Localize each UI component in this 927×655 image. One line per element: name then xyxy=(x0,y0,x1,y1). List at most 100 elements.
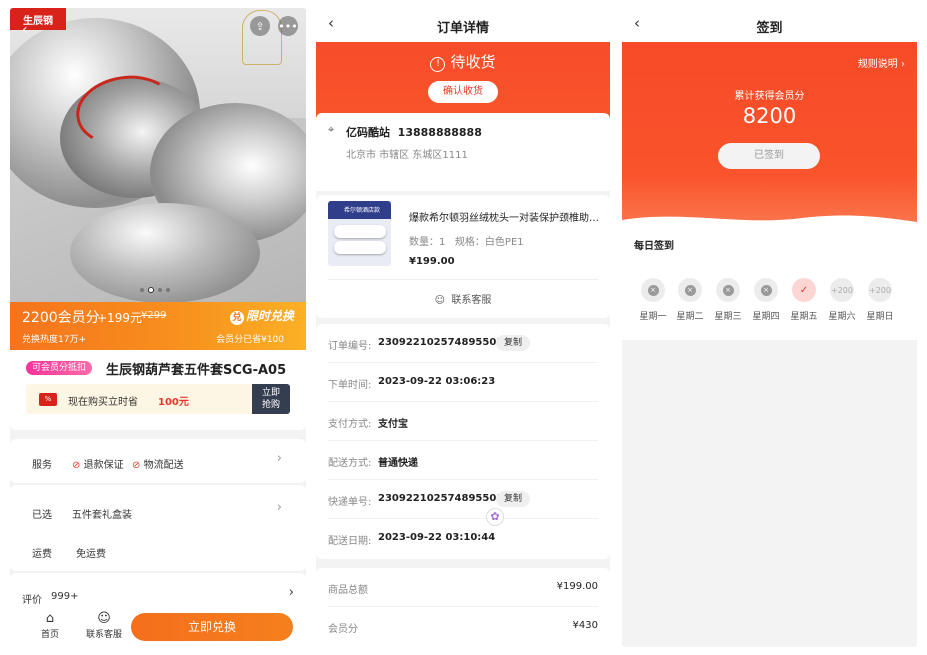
points-price: 2200会员分 xyxy=(22,310,100,326)
cash-price: +199元 xyxy=(97,311,142,325)
day-item[interactable]: +200 星期日 xyxy=(860,278,900,322)
more-icon[interactable]: ••• xyxy=(278,16,298,36)
info-value: 普通快递 xyxy=(378,458,418,469)
receiver-phone: 13888888888 xyxy=(397,126,482,139)
day-item[interactable]: × 星期四 xyxy=(746,278,786,322)
goods-title[interactable]: 爆款希尔顿羽丝绒枕头一对装保护颈椎助睡眠 xyxy=(409,209,599,224)
check-circle-icon: ⊘ xyxy=(72,460,81,471)
info-value: 2309221025748955022 xyxy=(378,337,511,348)
original-price: ¥299 xyxy=(141,310,167,321)
day-status: +200 xyxy=(868,278,892,302)
floating-assistant-icon[interactable]: ✿ xyxy=(486,508,504,526)
review-label: 评价 xyxy=(22,595,42,606)
goods-badge: 希尔顿酒店款 xyxy=(344,207,381,214)
limited-exchange-text: 限时兑换 xyxy=(245,309,294,323)
carousel-dot[interactable] xyxy=(166,288,170,292)
receiver-address: 北京市 市辖区 东城区1111 xyxy=(346,150,468,161)
summary-row: 商品总额 ¥199.00 xyxy=(328,568,598,607)
info-label: 订单编号: xyxy=(328,341,372,352)
carousel-indicator xyxy=(140,287,170,293)
address-card: ⌖ 亿码酷站 13888888888 北京市 市辖区 东城区1111 xyxy=(316,113,610,191)
daily-signin-title: 每日签到 xyxy=(634,241,674,252)
accumulated-points: 8200 xyxy=(742,104,797,128)
exchange-now-button[interactable]: 立即兑换 xyxy=(131,613,293,641)
nav-home[interactable]: ⌂ 首页 xyxy=(38,611,62,640)
day-label: 星期四 xyxy=(752,312,780,322)
goods-thumbnail[interactable]: 希尔顿酒店款 xyxy=(328,201,391,266)
summary-row: 会员分 ¥430 xyxy=(328,607,598,646)
info-value: 2309221025748955022 xyxy=(378,493,511,504)
order-header: ‹ 订单详情 xyxy=(316,8,610,42)
day-label: 星期日 xyxy=(866,312,894,322)
quantity-label: 数量： xyxy=(409,237,439,248)
day-label: 星期六 xyxy=(828,312,856,322)
product-title-card: 可会员分抵扣 生辰钢葫芦套五件套SCG-A05 % 现在购买立时省 100元 立… xyxy=(10,350,306,430)
chevron-right-icon: › xyxy=(288,585,294,600)
chevron-right-icon[interactable]: › xyxy=(277,500,282,515)
accumulated-label: 累计获得会员分 xyxy=(734,91,805,102)
spec-value: 白色PE1 xyxy=(484,237,524,248)
copy-button[interactable]: 复制 xyxy=(496,491,530,507)
saving-strip: % 现在购买立时省 100元 立即 抢购 xyxy=(26,384,290,414)
confirm-receipt-button[interactable]: 确认收货 xyxy=(428,81,498,103)
service-row[interactable]: 服务 ⊘ 退款保证 ⊘ 物流配送 › xyxy=(10,439,306,483)
order-info-row: 订单编号: 2309221025748955022 复制 xyxy=(328,324,598,363)
contact-service-button[interactable]: ☺ 联系客服 xyxy=(316,291,610,306)
carousel-dot[interactable] xyxy=(158,288,162,292)
brand-logo: 生辰钢 xyxy=(10,8,66,30)
carousel-dot-active[interactable] xyxy=(148,287,154,293)
page-title: 订单详情 xyxy=(436,21,489,36)
nav-home-label: 首页 xyxy=(40,630,59,640)
alert-icon: ! xyxy=(430,57,446,72)
copy-button[interactable]: 复制 xyxy=(496,335,530,351)
back-arrow-icon[interactable]: ‹ xyxy=(22,22,28,38)
goods-price: ¥199.00 xyxy=(409,256,455,267)
shipping-label: 运费 xyxy=(32,549,52,560)
info-value: 2023-09-22 03:06:23 xyxy=(378,376,496,387)
page-title: 签到 xyxy=(756,21,783,36)
order-status: ! 待收货 xyxy=(316,51,610,72)
day-item[interactable]: +200 星期六 xyxy=(822,278,862,322)
order-info-row: 下单时间: 2023-09-22 03:06:23 xyxy=(328,363,598,402)
signed-in-button[interactable]: 已签到 xyxy=(718,143,820,169)
order-summary-card: 商品总额 ¥199.00 会员分 ¥430 xyxy=(316,568,610,647)
service-item-text: 物流配送 xyxy=(143,460,184,471)
day-item[interactable]: × 星期三 xyxy=(708,278,748,322)
saving-amount: 100元 xyxy=(158,397,189,408)
missed-icon: × xyxy=(760,284,772,296)
check-icon: ✓ xyxy=(799,284,809,296)
info-label: 快递单号: xyxy=(328,497,372,508)
missed-icon: × xyxy=(722,284,734,296)
product-detail-screen: 生辰钢 ‹ ⇪ ••• 2200会员分 +199元 ¥299 兑换热度17万+ … xyxy=(10,8,306,647)
service-item: ⊘ 物流配送 xyxy=(132,456,184,471)
day-item[interactable]: ✓ 星期五 xyxy=(784,278,824,322)
day-item[interactable]: × 星期一 xyxy=(633,278,673,322)
pillow-image xyxy=(334,225,386,238)
buy-now-button[interactable]: 立即 抢购 xyxy=(252,384,290,414)
chat-icon: ☺ xyxy=(434,295,446,306)
missed-icon: × xyxy=(684,284,696,296)
signin-header: ‹ 签到 xyxy=(622,8,917,42)
quantity-value: 1 xyxy=(439,237,446,248)
check-circle-icon: ⊘ xyxy=(132,460,141,471)
chevron-right-icon: › xyxy=(901,59,905,70)
selected-value[interactable]: 五件套礼盒装 xyxy=(72,506,132,521)
day-reward: +200 xyxy=(831,285,853,295)
service-item-text: 退款保证 xyxy=(83,460,124,471)
chevron-right-icon: › xyxy=(276,451,282,466)
carousel-dot[interactable] xyxy=(140,288,144,292)
day-status: × xyxy=(716,278,740,302)
rules-link[interactable]: 规则说明 › xyxy=(858,55,905,70)
nav-customer-service[interactable]: ☺ 联系客服 xyxy=(84,611,124,640)
order-info-card: 订单编号: 2309221025748955022 复制 下单时间: 2023-… xyxy=(316,324,610,559)
chat-icon: ☺ xyxy=(97,611,111,626)
exchange-badge-icon: 兑 xyxy=(229,311,244,325)
product-image-carousel[interactable]: 生辰钢 ‹ ⇪ ••• xyxy=(10,8,306,302)
share-icon[interactable]: ⇪ xyxy=(250,16,270,36)
discount-icon: % xyxy=(39,393,57,406)
bottom-action-bar: ⌂ 首页 ☺ 联系客服 立即兑换 xyxy=(10,607,306,647)
info-label: 配送方式: xyxy=(328,458,372,469)
day-item[interactable]: × 星期二 xyxy=(670,278,710,322)
pillow-image xyxy=(334,241,386,254)
product-title: 生辰钢葫芦套五件套SCG-A05 xyxy=(106,363,287,378)
